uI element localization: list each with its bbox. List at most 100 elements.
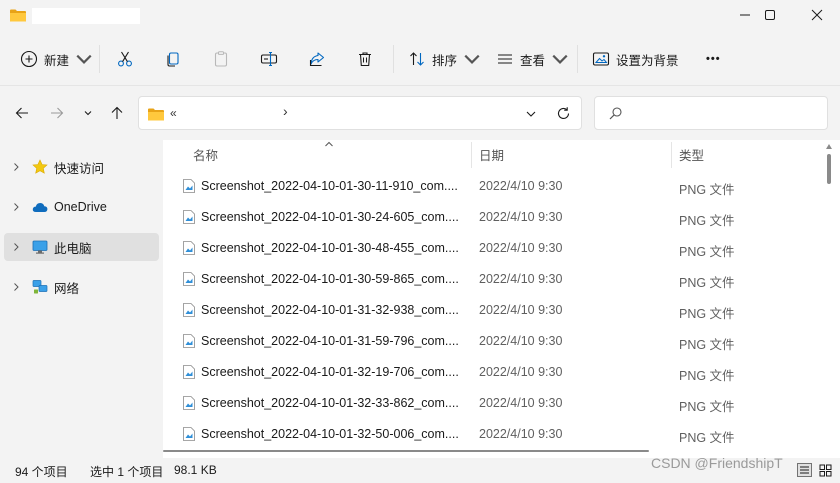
item-count: 94 个项目	[15, 465, 68, 479]
copy-button[interactable]	[164, 44, 182, 74]
search-icon	[609, 107, 622, 120]
navigation-row: « ›	[0, 86, 840, 140]
sort-label: 排序	[432, 53, 458, 68]
file-name: Screenshot_2022-04-10-01-30-24-605_com..…	[201, 210, 459, 224]
folder-icon	[148, 108, 164, 121]
file-row[interactable]: Screenshot_2022-04-10-01-31-32-938_com..…	[163, 295, 823, 326]
sidebar-item-label: OneDrive	[54, 200, 107, 214]
chevron-down-icon	[464, 54, 480, 64]
refresh-icon[interactable]	[556, 106, 571, 121]
column-divider[interactable]	[671, 142, 672, 168]
file-row[interactable]: Screenshot_2022-04-10-01-32-19-706_com..…	[163, 357, 823, 388]
horizontal-scrollbar-thumb[interactable]	[163, 450, 649, 452]
file-name: Screenshot_2022-04-10-01-32-19-706_com..…	[201, 365, 459, 379]
recent-locations-button[interactable]	[78, 103, 98, 123]
sidebar-item-network[interactable]: 网络	[4, 273, 159, 301]
sort-button[interactable]: 排序	[408, 44, 481, 74]
png-file-icon	[183, 272, 195, 286]
file-date: 2022/4/10 9:30	[479, 210, 563, 224]
file-row[interactable]: Screenshot_2022-04-10-01-30-59-865_com..…	[163, 264, 823, 295]
back-button[interactable]	[12, 103, 32, 123]
trash-icon	[359, 52, 371, 67]
file-row[interactable]: Screenshot_2022-04-10-01-31-59-796_com..…	[163, 326, 823, 357]
file-type: PNG 文件	[679, 245, 735, 259]
command-bar: 新建 排序 查看 设置为背景 •••	[0, 32, 840, 86]
file-type: PNG 文件	[679, 276, 735, 290]
file-name: Screenshot_2022-04-10-01-31-32-938_com..…	[201, 303, 459, 317]
sidebar-item-onedrive[interactable]: OneDrive	[4, 193, 159, 221]
set-as-background-label: 设置为背景	[616, 53, 679, 68]
star-icon	[32, 159, 48, 174]
view-button[interactable]: 查看	[496, 44, 569, 74]
file-name: Screenshot_2022-04-10-01-30-59-865_com..…	[201, 272, 459, 286]
details-view-icon[interactable]	[797, 463, 812, 477]
close-button[interactable]	[794, 0, 840, 30]
share-button[interactable]	[308, 44, 326, 74]
toolbar-divider	[99, 45, 100, 73]
image-icon	[592, 52, 610, 66]
column-header-type[interactable]: 类型	[679, 140, 704, 168]
rename-button[interactable]	[260, 44, 278, 74]
set-as-background-button[interactable]: 设置为背景	[592, 44, 679, 74]
view-label: 查看	[520, 53, 546, 68]
close-icon	[811, 9, 823, 21]
png-file-icon	[183, 365, 195, 379]
clipboard-icon	[214, 51, 228, 67]
file-date: 2022/4/10 9:30	[479, 179, 563, 193]
arrow-right-icon	[51, 107, 64, 119]
new-button[interactable]: 新建	[20, 44, 93, 74]
cut-button[interactable]	[116, 44, 134, 74]
column-header-date[interactable]: 日期	[479, 140, 504, 168]
network-icon	[32, 280, 48, 294]
chevron-right-icon[interactable]	[11, 282, 21, 292]
file-row[interactable]: Screenshot_2022-04-10-01-30-24-605_com..…	[163, 202, 823, 233]
more-options-button[interactable]: •••	[706, 44, 721, 74]
navigation-pane: 快速访问 OneDrive 此电脑 网络	[0, 140, 163, 458]
file-type: PNG 文件	[679, 400, 735, 414]
chevron-right-icon[interactable]	[11, 242, 21, 252]
arrow-up-icon	[111, 106, 123, 119]
address-bar[interactable]: « ›	[138, 96, 582, 130]
sidebar-item-label: 网络	[54, 281, 80, 296]
folder-icon	[10, 9, 26, 22]
file-row[interactable]: Screenshot_2022-04-10-01-30-48-455_com..…	[163, 233, 823, 264]
scroll-up-icon[interactable]	[826, 144, 832, 149]
column-header-name[interactable]: 名称	[193, 140, 218, 168]
maximize-button[interactable]	[747, 0, 793, 30]
forward-button[interactable]	[47, 103, 67, 123]
selection-count: 选中 1 个项目	[90, 465, 164, 479]
file-name: Screenshot_2022-04-10-01-30-48-455_com..…	[201, 241, 459, 255]
maximize-icon	[765, 10, 775, 20]
search-input[interactable]	[594, 96, 828, 130]
chevron-down-icon[interactable]	[525, 108, 537, 120]
delete-button[interactable]	[356, 44, 374, 74]
chevron-right-icon[interactable]	[11, 162, 21, 172]
sidebar-item-label: 快速访问	[54, 161, 105, 176]
file-type: PNG 文件	[679, 369, 735, 383]
sidebar-item-label: 此电脑	[54, 241, 92, 256]
sidebar-item-quick-access[interactable]: 快速访问	[4, 153, 159, 181]
breadcrumb-overflow[interactable]: «	[170, 106, 177, 120]
breadcrumb-separator[interactable]: ›	[283, 103, 288, 119]
sidebar-item-this-pc[interactable]: 此电脑	[4, 233, 159, 261]
column-divider[interactable]	[471, 142, 472, 168]
paste-button[interactable]	[212, 44, 230, 74]
selection-size: 98.1 KB	[174, 463, 217, 477]
chevron-down-icon	[552, 54, 568, 64]
file-row[interactable]: Screenshot_2022-04-10-01-30-11-910_com..…	[163, 171, 823, 202]
file-row[interactable]: Screenshot_2022-04-10-01-32-33-862_com..…	[163, 388, 823, 419]
share-icon	[309, 52, 325, 67]
watermark: CSDN @FriendshipT	[651, 455, 783, 471]
file-list-pane: 名称 日期 类型 Screenshot_2022-04-10-01-30-11-…	[163, 140, 840, 458]
chevron-down-icon	[76, 54, 92, 64]
file-type: PNG 文件	[679, 338, 735, 352]
rename-icon	[260, 51, 278, 67]
tiles-view-icon[interactable]	[818, 463, 833, 477]
column-header-name-label: 名称	[193, 148, 219, 163]
vertical-scrollbar-thumb[interactable]	[827, 154, 831, 184]
plus-circle-icon	[20, 50, 38, 68]
file-row[interactable]: Screenshot_2022-04-10-01-32-50-006_com..…	[163, 419, 823, 443]
chevron-right-icon[interactable]	[11, 202, 21, 212]
png-file-icon	[183, 210, 195, 224]
up-button[interactable]	[107, 103, 127, 123]
